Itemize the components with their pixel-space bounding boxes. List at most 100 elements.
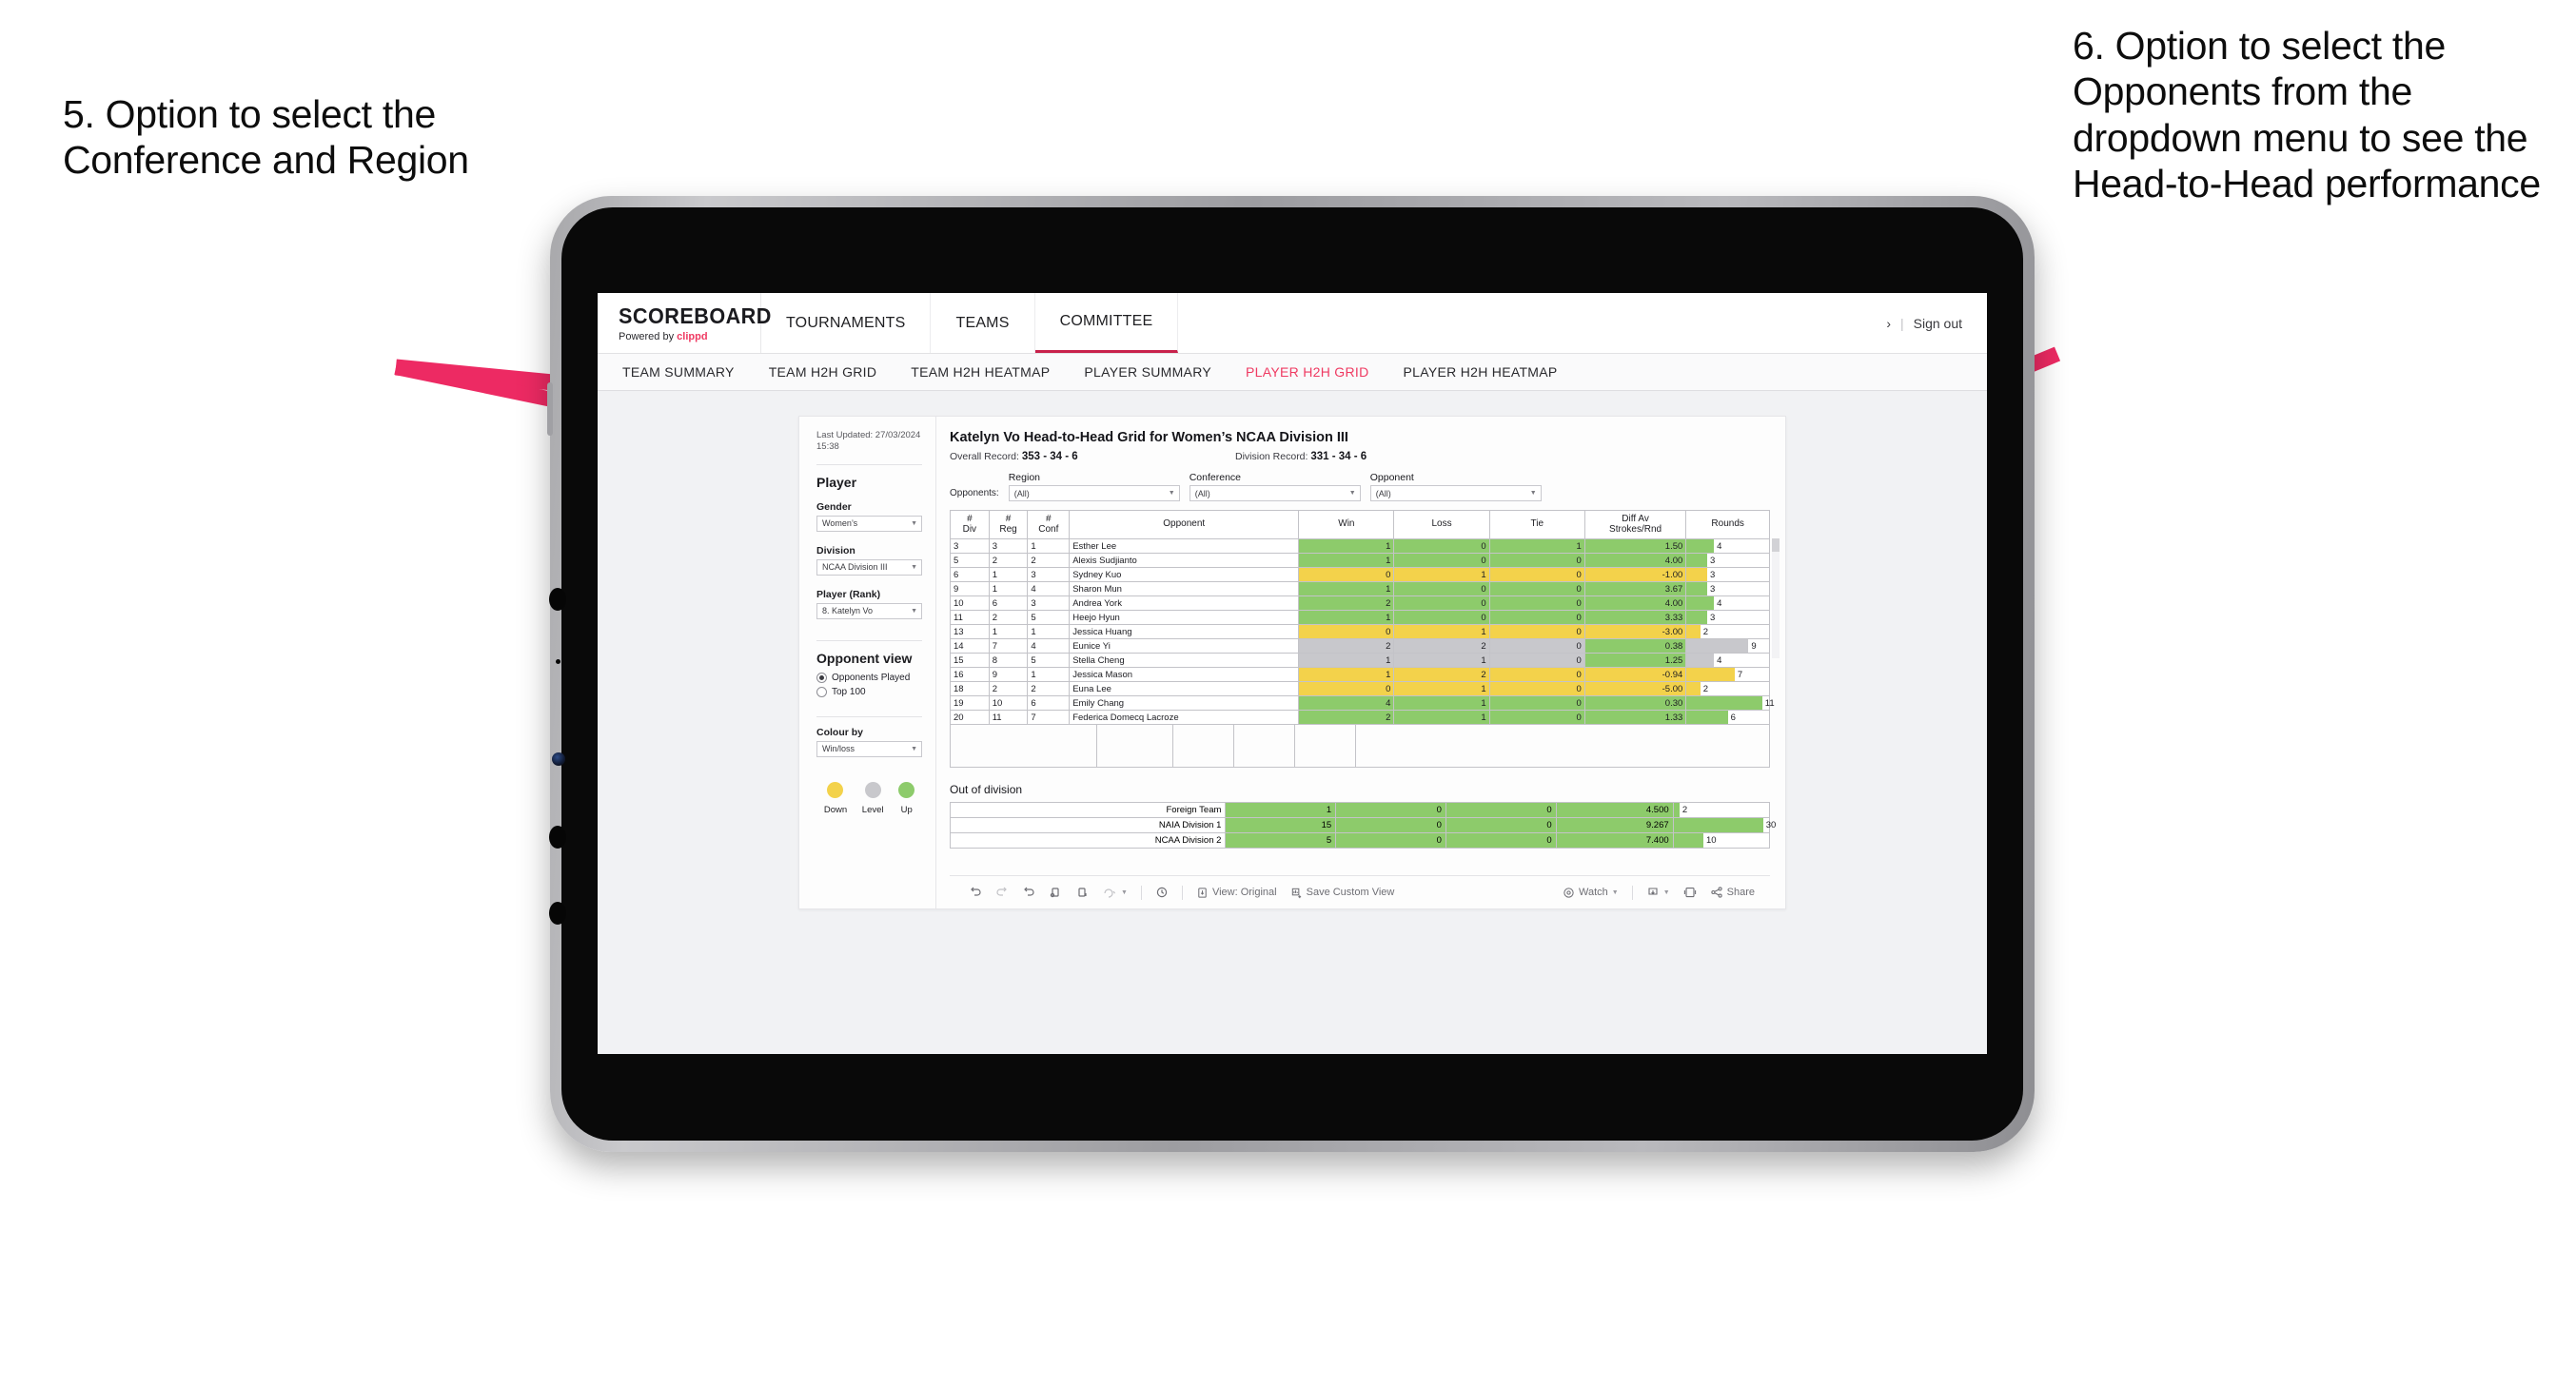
table-vertical-scrollbar[interactable]	[1772, 538, 1780, 658]
view-original-button[interactable]: View: Original	[1196, 887, 1277, 899]
opponent-select[interactable]: (All) ▼	[1369, 485, 1542, 501]
cell-tie: 0	[1488, 610, 1585, 625]
cell-diff: -5.00	[1583, 681, 1687, 696]
overall-record-value: 353 - 34 - 6	[1021, 451, 1078, 462]
table-row[interactable]: 6 1 3 Sydney Kuo 0 1 0 -1.00 3	[950, 567, 1770, 582]
col-rounds[interactable]: Rounds	[1685, 510, 1770, 539]
view-original-label: View: Original	[1211, 887, 1277, 898]
out-of-division-row[interactable]: Foreign Team 1 0 0 4.500 2	[949, 802, 1771, 818]
topnav-item-teams[interactable]: TEAMS	[931, 293, 1035, 353]
table-row[interactable]: 14 7 4 Eunice Yi 2 2 0 0.38 9	[950, 638, 1770, 654]
col-tie[interactable]: Tie	[1488, 510, 1585, 539]
watch-button[interactable]: Watch ▼	[1563, 887, 1619, 899]
revert-icon[interactable]	[1022, 886, 1035, 899]
cell-opponent: Alexis Sudjianto	[1069, 553, 1300, 568]
history-icon[interactable]	[1155, 886, 1169, 899]
cell-tie: 0	[1488, 667, 1585, 682]
cell-opponent: Andrea York	[1069, 595, 1300, 611]
opponent-value: (All)	[1375, 488, 1391, 498]
table-row[interactable]: 16 9 1 Jessica Mason 1 2 0 -0.94 7	[950, 667, 1770, 682]
table-blank-filler	[950, 725, 1770, 768]
colour-by-value: Win/loss	[822, 744, 855, 754]
redo-icon[interactable]	[995, 886, 1009, 899]
reset-icon[interactable]: ▼	[1102, 886, 1128, 899]
chevron-down-icon: ▼	[911, 519, 917, 527]
table-row[interactable]: 3 3 1 Esther Lee 1 0 1 1.50 4	[950, 538, 1770, 554]
player-rank-select[interactable]: 8. Katelyn Vo ▼	[816, 602, 922, 619]
refresh-icon[interactable]	[1049, 886, 1062, 899]
out-of-division-row[interactable]: NAIA Division 1 15 0 0 9.267 30	[949, 817, 1776, 833]
h2h-grid-table: # Div # Reg # Conf Opponent Win Loss Tie Di…	[950, 510, 1775, 725]
colour-by-select[interactable]: Win/loss ▼	[816, 740, 922, 757]
cell-div: 3	[950, 538, 990, 554]
subnav-team-h2h-grid[interactable]: TEAM H2H GRID	[769, 364, 877, 380]
table-row[interactable]: 15 8 5 Stella Cheng 1 1 0 1.25 4	[950, 653, 1770, 668]
table-row[interactable]: 18 2 2 Euna Lee 0 1 0 -5.00 2	[950, 681, 1770, 696]
table-row[interactable]: 5 2 2 Alexis Sudjianto 1 0 0 4.00 3	[950, 553, 1770, 568]
col-loss[interactable]: Loss	[1393, 510, 1490, 539]
col-reg[interactable]: # Reg	[988, 510, 1029, 539]
region-filter: Region (All) ▼	[1008, 472, 1180, 501]
cell-diff: 4.00	[1583, 595, 1687, 611]
table-row[interactable]: 9 1 4 Sharon Mun 1 0 0 3.67 3	[950, 581, 1770, 596]
dashboard-container: Last Updated: 27/03/2024 15:38 Player Ge…	[598, 391, 1987, 909]
col-conf[interactable]: # Conf	[1027, 510, 1071, 539]
radio-opponents-played[interactable]: Opponents Played	[816, 672, 922, 683]
subnav-player-summary[interactable]: PLAYER SUMMARY	[1084, 364, 1211, 380]
col-opponent[interactable]: Opponent	[1069, 510, 1300, 539]
out-of-division-row[interactable]: NCAA Division 2 5 0 0 7.400 10	[949, 832, 1771, 849]
table-row[interactable]: 11 2 5 Heejo Hyun 1 0 0 3.33 3	[950, 610, 1770, 625]
overall-record: Overall Record: 353 - 34 - 6	[950, 451, 1235, 462]
table-row[interactable]: 19 10 6 Emily Chang 4 1 0 0.30 11	[950, 695, 1775, 711]
division-select[interactable]: NCAA Division III ▼	[816, 558, 922, 576]
cell-div: 20	[950, 710, 990, 725]
subnav-player-h2h-grid[interactable]: PLAYER H2H GRID	[1246, 364, 1369, 380]
chevron-down-icon: ▼	[911, 607, 917, 615]
col-div[interactable]: # Div	[950, 510, 990, 539]
subnav-team-h2h-heatmap[interactable]: TEAM H2H HEATMAP	[911, 364, 1050, 380]
save-custom-view-button[interactable]: Save Custom View	[1290, 887, 1394, 899]
undo-icon[interactable]	[969, 886, 982, 899]
sign-out-link[interactable]: Sign out	[1914, 316, 1962, 331]
cell-reg: 1	[988, 624, 1029, 639]
watch-label: Watch	[1579, 887, 1608, 898]
download-icon[interactable]: ▼	[1646, 886, 1670, 899]
subnav-team-summary[interactable]: TEAM SUMMARY	[622, 364, 735, 380]
cell-div: 13	[950, 624, 990, 639]
topnav-item-tournaments[interactable]: TOURNAMENTS	[761, 293, 932, 353]
topnav-item-committee[interactable]: COMMITTEE	[1034, 293, 1179, 353]
cell-div: 5	[950, 553, 990, 568]
conference-select[interactable]: (All) ▼	[1189, 485, 1361, 501]
chevron-right-icon[interactable]: ›	[1886, 316, 1891, 331]
table-row[interactable]: 10 6 3 Andrea York 2 0 0 4.00 4	[950, 595, 1770, 611]
gender-select[interactable]: Women’s ▼	[816, 515, 922, 532]
chevron-down-icon: ▼	[1168, 490, 1175, 497]
cell-opponent: Eunice Yi	[1069, 638, 1300, 654]
page-title: Katelyn Vo Head-to-Head Grid for Women’s…	[950, 430, 1348, 445]
tablet-screen: SCOREBOARD Powered by clippd TOURNAMENTS…	[598, 293, 1987, 1054]
radio-top-100[interactable]: Top 100	[816, 686, 922, 697]
cell-ood-loss: 0	[1335, 817, 1446, 833]
region-select[interactable]: (All) ▼	[1008, 485, 1180, 501]
table-row[interactable]: 13 1 1 Jessica Huang 0 1 0 -3.00 2	[950, 624, 1770, 639]
conference-filter: Conference (All) ▼	[1189, 472, 1361, 501]
table-row[interactable]: 20 11 7 Federica Domecq Lacroze 2 1 0 1.33 6	[950, 710, 1770, 725]
cell-win: 4	[1298, 695, 1395, 711]
brand-logo[interactable]: SCOREBOARD Powered by clippd	[598, 293, 771, 353]
cell-tie: 0	[1488, 653, 1585, 668]
scrollbar-thumb[interactable]	[1772, 538, 1780, 552]
subnav-player-h2h-heatmap[interactable]: PLAYER H2H HEATMAP	[1404, 364, 1558, 380]
share-button[interactable]: Share	[1710, 886, 1770, 899]
division-record-label: Division Record:	[1235, 451, 1308, 462]
tablet-side-button-top[interactable]	[547, 382, 553, 436]
pause-icon[interactable]	[1075, 886, 1089, 899]
col-win[interactable]: Win	[1298, 510, 1395, 539]
fullscreen-icon[interactable]	[1683, 886, 1697, 899]
annotation-right-text: 6. Option to select the Opponents from t…	[2073, 24, 2541, 206]
cell-tie: 0	[1488, 595, 1585, 611]
legend-level: Level	[862, 781, 884, 815]
cell-rounds: 3	[1685, 610, 1770, 625]
col-diff-av-strokes[interactable]: Diff Av Strokes/Rnd	[1583, 510, 1687, 539]
cell-loss: 0	[1393, 610, 1490, 625]
legend-level-swatch	[864, 781, 881, 798]
